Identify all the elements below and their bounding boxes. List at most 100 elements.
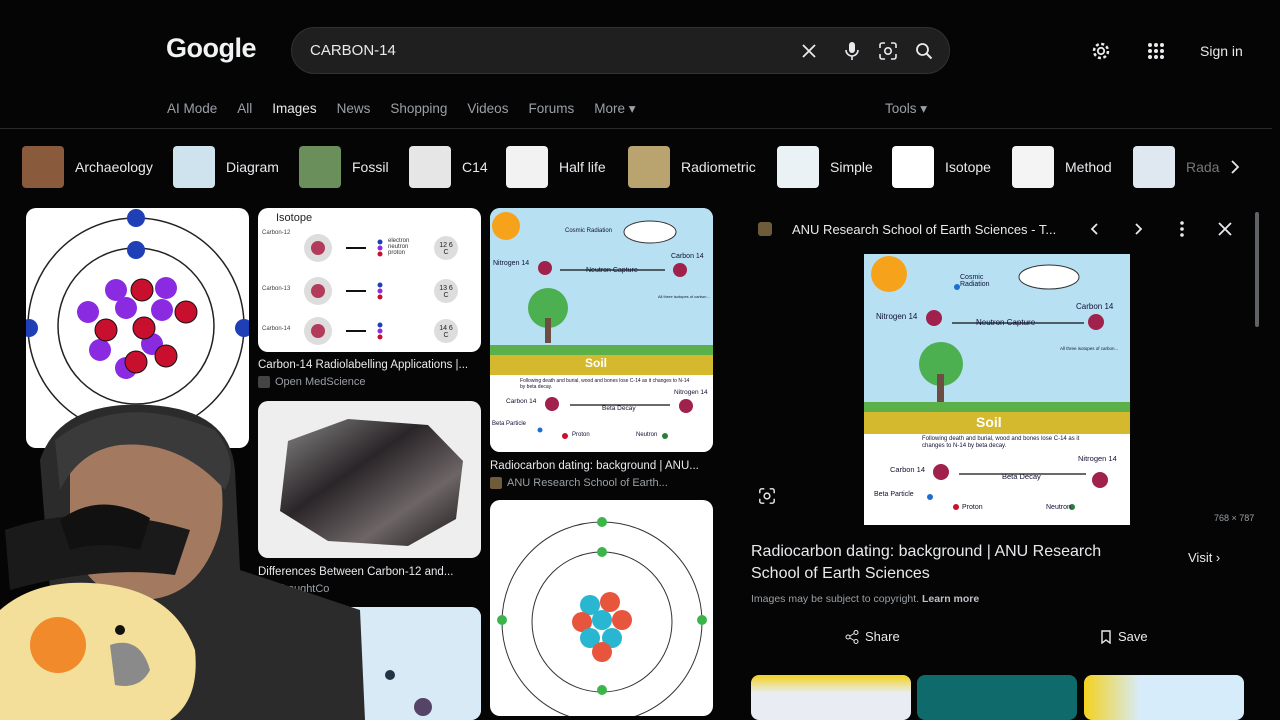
chip-thumbnail [173,146,215,188]
chevron-right-icon[interactable] [1226,157,1244,177]
preview-title[interactable]: Radiocarbon dating: background | ANU Res… [751,541,1151,585]
chip-radiometric[interactable]: Radiometric [628,144,756,190]
related-image[interactable] [751,675,911,720]
chip-label: Diagram [226,159,279,175]
chip-simple[interactable]: Simple [777,144,873,190]
isotope-legend: electron neutron proton [388,238,410,256]
chip-thumbnail [22,146,64,188]
suggestion-chips: Archaeology Diagram Fossil C14 Half life… [22,144,1252,190]
google-images-page: Google CARBON-14 Sign in AI Mode All Ima… [0,0,1280,720]
chip-half-life[interactable]: Half life [506,144,606,190]
visit-button[interactable]: Visit › [1188,550,1220,565]
diagram-label: Neutron [636,432,658,438]
sign-in-link[interactable]: Sign in [1200,43,1243,59]
source-name: ANU Research School of Earth... [507,477,668,489]
chip-label: Method [1065,159,1112,175]
chip-isotope[interactable]: Isotope [892,144,991,190]
chip-method[interactable]: Method [1012,144,1112,190]
share-icon [845,629,859,644]
result-isotope-chart[interactable]: Isotope Carbon-12 Carbon-13 Carbon-14 el… [258,208,481,352]
tab-more[interactable]: More ▾ [594,101,635,121]
chip-thumbnail [1133,146,1175,188]
diagram-label: Proton [572,432,590,438]
source-name: Open MedScience [275,376,366,388]
chevron-right-icon[interactable] [1127,218,1149,240]
webcam-overlay [0,400,365,720]
diagram-label: Neutron [1046,504,1071,511]
chip-label: Half life [559,159,606,175]
diagram-note: All three isotopes of carbon... [658,294,710,299]
chip-rada[interactable]: Rada [1133,144,1219,190]
mic-icon[interactable] [840,39,864,63]
tab-images[interactable]: Images [272,101,316,121]
more-vert-icon[interactable] [1171,218,1193,240]
apps-icon[interactable] [1143,38,1169,64]
clear-icon[interactable] [797,39,821,63]
source-favicon-icon [758,222,772,236]
preview-source[interactable]: ANU Research School of Earth Sciences - … [792,222,1056,237]
search-tabs: AI Mode All Images News Shopping Videos … [167,101,636,121]
share-button[interactable]: Share [845,629,900,644]
diagram-label: Beta Particle [874,491,914,498]
chip-label: Fossil [352,159,389,175]
chevron-left-icon[interactable] [1084,218,1106,240]
close-icon[interactable] [1214,218,1236,240]
tab-news[interactable]: News [337,101,371,121]
result-caption[interactable]: Carbon-14 Radiolabelling Applications |.… [258,359,481,371]
diagram-label: Neutron Capture [976,318,1036,327]
chip-thumbnail [409,146,451,188]
google-logo[interactable]: Google [166,33,257,64]
chip-c14[interactable]: C14 [409,144,488,190]
tab-forums[interactable]: Forums [528,101,574,121]
diagram-note: Following death and burial, wood and bon… [922,436,1080,449]
favicon-icon [258,376,270,388]
diagram-label: Neutron Capture [586,267,638,274]
webcam-image [0,404,365,720]
lens-icon[interactable] [876,39,900,63]
search-query[interactable]: CARBON-14 [310,42,396,59]
favicon-icon [490,477,502,489]
chip-thumbnail [628,146,670,188]
chip-archaeology[interactable]: Archaeology [22,144,153,190]
tab-all[interactable]: All [237,101,252,121]
chip-label: Simple [830,159,873,175]
chip-thumbnail [892,146,934,188]
result-atom-model-3d[interactable] [490,500,713,716]
result-caption[interactable]: Radiocarbon dating: background | ANU... [490,460,713,472]
diagram-label: Proton [962,504,983,511]
result-source[interactable]: ANU Research School of Earth... [490,477,668,489]
diagram-label: Carbon 14 [671,253,704,260]
chip-thumbnail [506,146,548,188]
chip-label: Isotope [945,159,991,175]
related-image[interactable] [1084,675,1244,720]
result-source[interactable]: Open MedScience [258,376,366,388]
save-button[interactable]: Save [1100,629,1148,644]
chip-diagram[interactable]: Diagram [173,144,279,190]
radiocarbon-diagram-image [490,208,713,452]
panel-scrollbar[interactable] [1255,212,1259,327]
chip-fossil[interactable]: Fossil [299,144,389,190]
search-box[interactable]: CARBON-14 [291,27,950,74]
isotope-symbol: 13 6 C [439,285,453,299]
preview-image[interactable]: Cosmic Radiation Nitrogen 14 Neutron Cap… [864,254,1130,525]
chip-label: C14 [462,159,488,175]
chip-thumbnail [299,146,341,188]
tab-videos[interactable]: Videos [467,101,508,121]
result-radiocarbon-diagram[interactable]: Cosmic Radiation Nitrogen 14 Neutron Cap… [490,208,713,452]
tab-ai-mode[interactable]: AI Mode [167,101,217,121]
lens-search-icon[interactable] [756,485,778,507]
diagram-label: Beta Decay [602,405,636,412]
isotope-symbol: 12 6 C [439,242,453,256]
diagram-note: Following death and burial, wood and bon… [520,378,690,390]
diagram-note: All three isotopes of carbon... [1060,346,1119,351]
diagram-label: Nitrogen 14 [493,260,530,267]
diagram-label: Beta Particle [492,421,527,427]
learn-more-link[interactable]: Learn more [922,593,979,605]
settings-icon[interactable] [1088,38,1114,64]
isotope-symbol: 14 6 C [439,325,453,339]
tab-shopping[interactable]: Shopping [390,101,447,121]
tools-menu[interactable]: Tools ▾ [885,101,927,117]
related-image[interactable] [917,675,1077,720]
chip-thumbnail [777,146,819,188]
search-icon[interactable] [912,39,936,63]
